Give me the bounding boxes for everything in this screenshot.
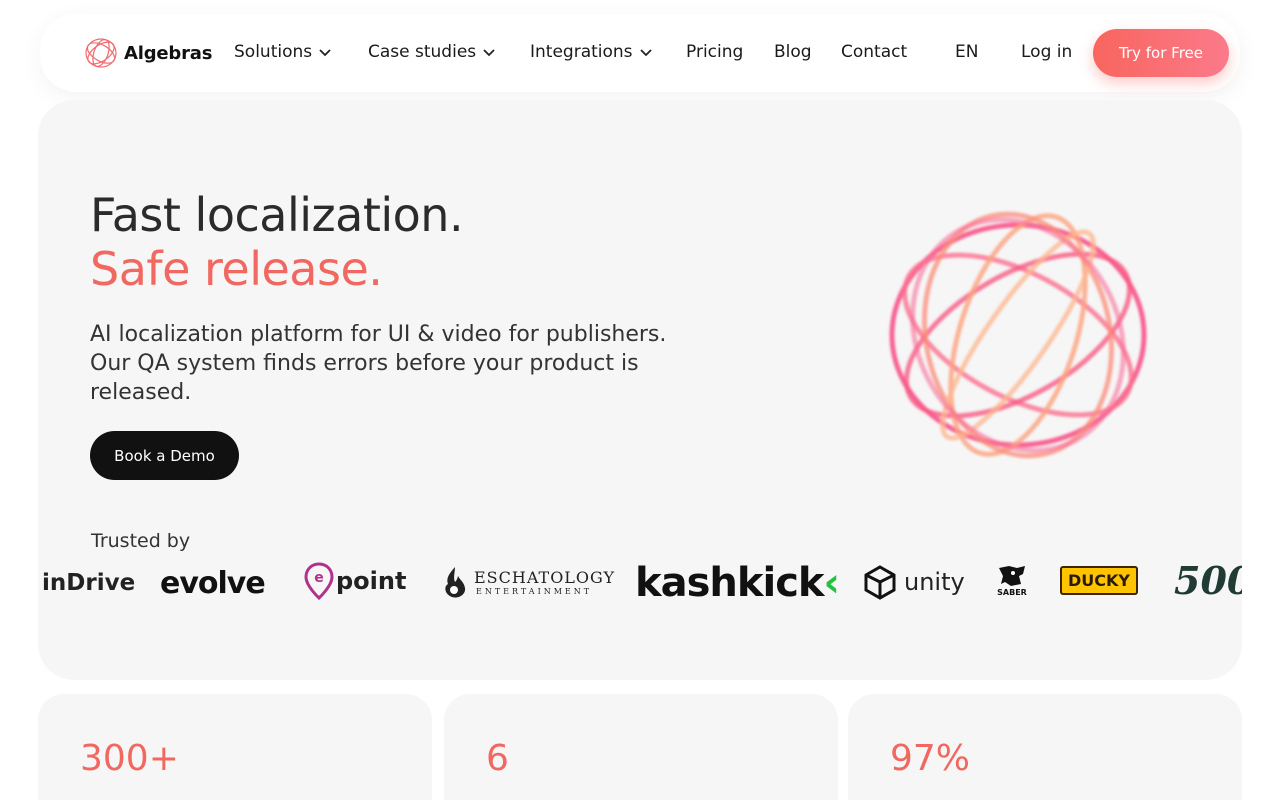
unity-label: unity bbox=[904, 568, 965, 596]
algebras-logo-icon bbox=[85, 38, 117, 68]
nav-integrations[interactable]: Integrations bbox=[530, 42, 653, 62]
nav-blog[interactable]: Blog bbox=[774, 42, 812, 62]
epoint-label: point bbox=[336, 567, 407, 595]
saber-label: SABER bbox=[997, 588, 1027, 597]
hero-subtitle: AI localization platform for UI & video … bbox=[90, 322, 667, 405]
stat-value: 300+ bbox=[80, 738, 179, 779]
hero-title-line1: Fast localization. bbox=[90, 188, 464, 242]
chevron-down-icon bbox=[639, 49, 652, 57]
location-pin-icon: e bbox=[304, 562, 334, 600]
chevron-down-icon bbox=[319, 49, 331, 57]
nav-case-studies-label: Case studies bbox=[368, 42, 477, 62]
nav-solutions-label: Solutions bbox=[234, 42, 313, 62]
book-demo-button[interactable]: Book a Demo bbox=[90, 431, 239, 480]
svg-text:e: e bbox=[314, 570, 324, 586]
brand-logo[interactable]: Algebras bbox=[84, 36, 212, 70]
nav-contact[interactable]: Contact bbox=[841, 42, 907, 62]
evolve-logo: evolve bbox=[160, 566, 266, 601]
saber-logo: SABER bbox=[992, 564, 1032, 597]
eschatology-sublabel: ENTERTAINMENT bbox=[476, 587, 593, 596]
five-hundred-logo: 500 bbox=[1174, 558, 1242, 603]
wireframe-sphere-icon bbox=[889, 211, 1147, 459]
nav-solutions[interactable]: Solutions bbox=[234, 42, 332, 62]
hero-title-line2: Safe release. bbox=[90, 242, 383, 296]
epoint-logo: e point bbox=[304, 562, 406, 600]
language-selector[interactable]: EN bbox=[955, 42, 978, 62]
kashkick-logo: kashkick ‹ bbox=[635, 560, 841, 606]
unity-cube-icon bbox=[864, 565, 896, 600]
eschatology-emblem-icon bbox=[445, 567, 466, 598]
eschatology-logo: ESCHATOLOGY ENTERTAINMENT bbox=[440, 564, 615, 600]
nav-integrations-label: Integrations bbox=[530, 42, 633, 62]
chevron-down-icon bbox=[483, 49, 495, 57]
stat-card-3: 97% bbox=[848, 694, 1242, 800]
ducky-label: DUCKY bbox=[1060, 566, 1138, 595]
eschatology-label: ESCHATOLOGY bbox=[474, 568, 616, 587]
unity-logo: unity bbox=[862, 564, 965, 600]
nav-case-studies[interactable]: Case studies bbox=[368, 42, 496, 62]
kashkick-chevron-icon: ‹ bbox=[823, 560, 841, 606]
hero-section: Fast localization. Safe release. AI loca… bbox=[38, 100, 1242, 680]
top-navigation: Algebras Solutions Case studies Integrat… bbox=[40, 14, 1240, 92]
kashkick-label: kashkick bbox=[635, 560, 825, 606]
stat-value: 6 bbox=[486, 738, 509, 779]
stat-value: 97% bbox=[890, 738, 971, 779]
trusted-by-label: Trusted by bbox=[91, 530, 191, 552]
brand-name: Algebras bbox=[124, 42, 213, 64]
nav-pricing[interactable]: Pricing bbox=[686, 42, 743, 62]
saber-mascot-icon bbox=[999, 566, 1025, 586]
try-for-free-button[interactable]: Try for Free bbox=[1093, 29, 1229, 77]
ducky-logo: DUCKY bbox=[1060, 566, 1138, 595]
stat-card-2: 6 bbox=[444, 694, 838, 800]
login-link[interactable]: Log in bbox=[1021, 42, 1072, 62]
stat-card-1: 300+ bbox=[38, 694, 432, 800]
indrive-logo: inDrive bbox=[42, 570, 136, 596]
